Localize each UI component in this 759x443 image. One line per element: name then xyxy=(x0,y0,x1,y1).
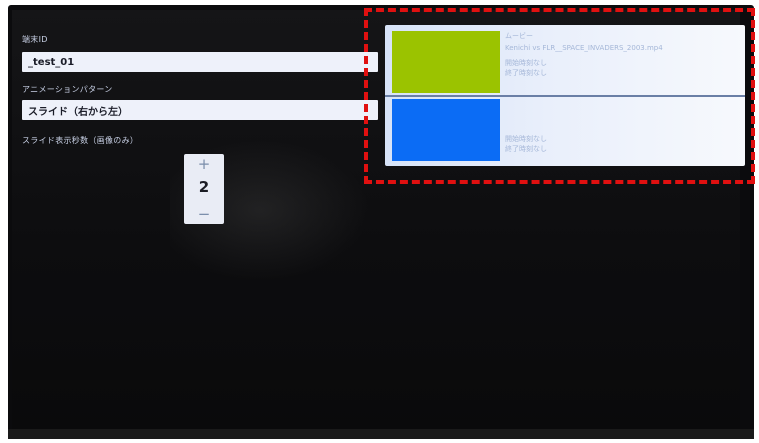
slide-seconds-value: 2 xyxy=(198,178,210,196)
increment-button[interactable]: + xyxy=(184,154,224,174)
decrement-button[interactable]: − xyxy=(184,204,224,224)
animation-pattern-label: アニメーションパターン xyxy=(22,85,113,94)
device-id-label: 端末ID xyxy=(22,35,48,44)
highlight-annotation-box xyxy=(364,8,755,184)
slide-seconds-stepper: + 2 − xyxy=(184,154,224,224)
tv-bezel-bottom xyxy=(8,429,754,439)
animation-pattern-select[interactable]: スライド（右から左） xyxy=(22,100,378,120)
device-id-field[interactable]: _test_01 xyxy=(22,52,378,72)
slide-seconds-label: スライド表示秒数（画像のみ） xyxy=(22,136,139,145)
